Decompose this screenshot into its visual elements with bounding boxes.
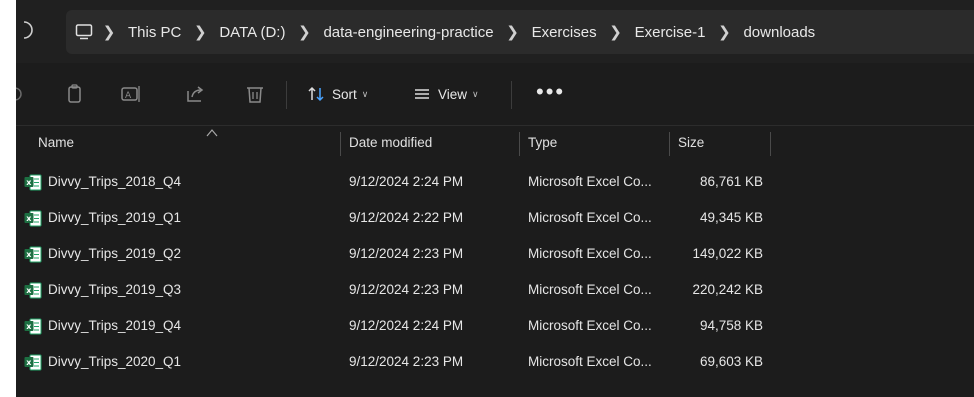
file-date-modified: 9/12/2024 2:23 PM xyxy=(349,354,464,369)
computer-monitor-icon xyxy=(74,22,94,42)
breadcrumb-data-engineering-practice[interactable]: data-engineering-practice xyxy=(319,24,497,41)
breadcrumb-chevron-icon[interactable]: ❯ xyxy=(94,23,124,41)
breadcrumb-exercise-1[interactable]: Exercise-1 xyxy=(631,24,710,41)
rename-icon[interactable]: A xyxy=(120,83,142,105)
file-date-modified: 9/12/2024 2:24 PM xyxy=(349,174,464,189)
svg-text:x: x xyxy=(26,358,32,367)
view-label: View xyxy=(438,86,468,102)
file-explorer-window: ❯ This PC ❯ DATA (D:) ❯ data-engineering… xyxy=(16,0,974,397)
file-name: Divvy_Trips_2019_Q2 xyxy=(48,246,182,261)
chevron-down-icon: ∨ xyxy=(361,88,369,99)
sort-button[interactable]: Sort ∨ xyxy=(306,81,368,107)
toolbar-separator xyxy=(286,81,287,109)
address-bar[interactable]: ❯ This PC ❯ DATA (D:) ❯ data-engineering… xyxy=(66,10,974,54)
file-row[interactable]: x Divvy_Trips_2019_Q3 9/12/2024 2:23 PM Mic… xyxy=(16,272,974,308)
svg-text:x: x xyxy=(26,178,32,187)
column-header-type[interactable]: Type xyxy=(528,126,557,160)
file-name: Divvy_Trips_2019_Q3 xyxy=(48,282,182,297)
file-type: Microsoft Excel Co... xyxy=(528,174,652,189)
excel-file-icon: x xyxy=(24,318,42,335)
address-bar-area: ❯ This PC ❯ DATA (D:) ❯ data-engineering… xyxy=(16,0,974,63)
column-header-name[interactable]: Name xyxy=(38,126,74,160)
file-date-modified: 9/12/2024 2:23 PM xyxy=(349,246,464,261)
toolbar-separator xyxy=(511,81,512,109)
view-lines-icon xyxy=(412,84,432,104)
svg-text:x: x xyxy=(26,322,32,331)
breadcrumb-chevron-icon[interactable]: ❯ xyxy=(498,23,528,41)
chevron-down-icon: ∨ xyxy=(472,88,479,99)
sort-arrows-icon xyxy=(306,84,326,104)
column-divider[interactable] xyxy=(340,132,341,156)
command-bar: A Sort ∨ View ∨ ••• xyxy=(16,63,974,126)
file-size: 94,758 KB xyxy=(699,318,763,333)
file-size: 86,761 KB xyxy=(699,174,763,189)
more-options-button[interactable]: ••• xyxy=(536,79,565,105)
breadcrumb-chevron-icon[interactable]: ❯ xyxy=(185,23,215,41)
column-divider[interactable] xyxy=(770,132,771,156)
file-row[interactable]: x Divvy_Trips_2019_Q2 9/12/2024 2:23 PM Mic… xyxy=(16,236,974,272)
file-name: Divvy_Trips_2019_Q4 xyxy=(48,318,182,333)
excel-file-icon: x xyxy=(24,246,42,263)
cut-icon[interactable] xyxy=(16,83,26,105)
breadcrumb-downloads[interactable]: downloads xyxy=(739,24,819,41)
svg-text:x: x xyxy=(26,214,32,223)
breadcrumb-chevron-icon[interactable]: ❯ xyxy=(601,23,631,41)
file-row[interactable]: x Divvy_Trips_2020_Q1 9/12/2024 2:23 PM Mic… xyxy=(16,344,974,380)
file-name: Divvy_Trips_2019_Q1 xyxy=(48,210,182,225)
file-size: 69,603 KB xyxy=(699,354,763,369)
view-button[interactable]: View ∨ xyxy=(412,81,479,107)
column-header-row: Name Date modified Type Size xyxy=(16,126,974,160)
share-icon[interactable] xyxy=(184,83,206,105)
file-name: Divvy_Trips_2020_Q1 xyxy=(48,354,182,369)
file-date-modified: 9/12/2024 2:24 PM xyxy=(349,318,464,333)
column-header-size[interactable]: Size xyxy=(678,126,704,160)
excel-file-icon: x xyxy=(24,174,42,191)
delete-icon[interactable] xyxy=(244,83,266,105)
column-divider[interactable] xyxy=(669,132,670,156)
file-size: 220,242 KB xyxy=(692,282,763,297)
excel-file-icon: x xyxy=(24,210,42,227)
sort-label: Sort xyxy=(332,86,357,102)
breadcrumb-data-drive[interactable]: DATA (D:) xyxy=(215,24,289,41)
column-divider[interactable] xyxy=(519,132,520,156)
svg-text:x: x xyxy=(26,286,32,295)
breadcrumb-chevron-icon[interactable]: ❯ xyxy=(289,23,319,41)
file-name: Divvy_Trips_2018_Q4 xyxy=(48,174,182,189)
sort-ascending-icon xyxy=(206,129,218,137)
excel-file-icon: x xyxy=(24,282,42,299)
file-date-modified: 9/12/2024 2:23 PM xyxy=(349,282,464,297)
file-row[interactable]: x Divvy_Trips_2018_Q4 9/12/2024 2:24 PM Mic… xyxy=(16,164,974,200)
column-header-date-modified[interactable]: Date modified xyxy=(349,126,432,160)
file-type: Microsoft Excel Co... xyxy=(528,246,652,261)
file-size: 49,345 KB xyxy=(699,210,763,225)
file-size: 149,022 KB xyxy=(692,246,763,261)
excel-file-icon: x xyxy=(24,354,42,371)
file-row[interactable]: x Divvy_Trips_2019_Q4 9/12/2024 2:24 PM Mic… xyxy=(16,308,974,344)
breadcrumb-chevron-icon[interactable]: ❯ xyxy=(709,23,739,41)
svg-text:x: x xyxy=(26,250,32,259)
file-type: Microsoft Excel Co... xyxy=(528,282,652,297)
copy-icon[interactable] xyxy=(64,83,86,105)
file-row[interactable]: x Divvy_Trips_2019_Q1 9/12/2024 2:22 PM Mic… xyxy=(16,200,974,236)
file-type: Microsoft Excel Co... xyxy=(528,318,652,333)
refresh-icon[interactable] xyxy=(20,18,42,42)
breadcrumb-exercises[interactable]: Exercises xyxy=(528,24,601,41)
breadcrumb-this-pc[interactable]: This PC xyxy=(124,24,185,41)
file-date-modified: 9/12/2024 2:22 PM xyxy=(349,210,464,225)
file-type: Microsoft Excel Co... xyxy=(528,210,652,225)
file-type: Microsoft Excel Co... xyxy=(528,354,652,369)
svg-text:A: A xyxy=(125,91,132,101)
